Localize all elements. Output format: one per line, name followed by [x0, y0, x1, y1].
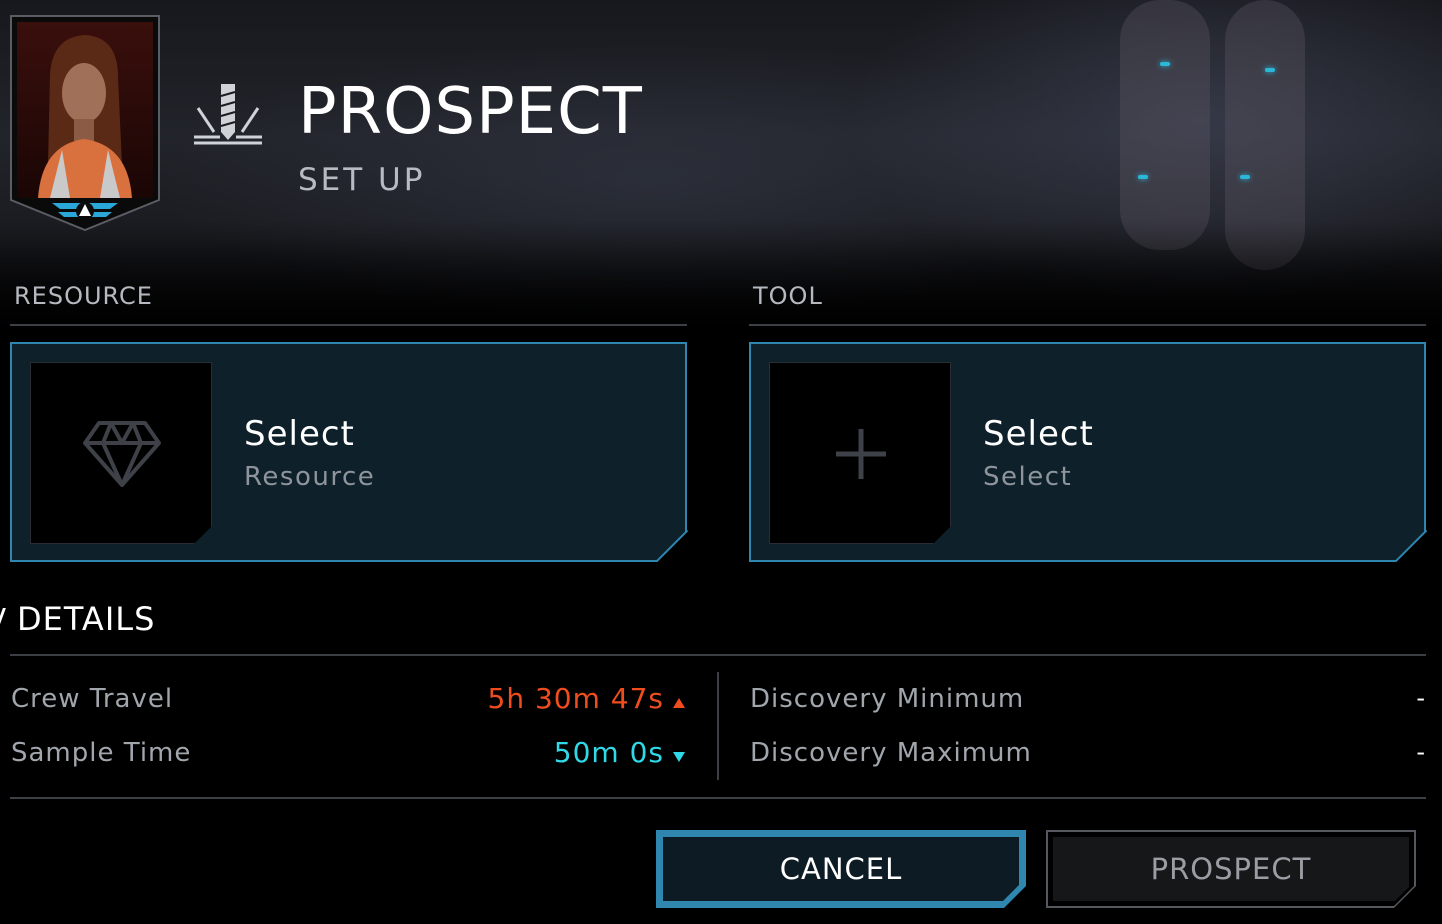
details-title[interactable]: DETAILS: [17, 600, 155, 638]
page-subtitle: SET UP: [298, 162, 426, 198]
discovery-minimum-label: Discovery Minimum: [750, 684, 1025, 714]
tool-card-subtitle: Select: [983, 462, 1073, 492]
discovery-maximum-label: Discovery Maximum: [750, 738, 1032, 768]
tool-select-card[interactable]: Select Select: [749, 342, 1426, 562]
sample-time-label: Sample Time: [11, 738, 192, 768]
details-bottom-divider: [10, 797, 1426, 799]
discovery-minimum-value: -: [1416, 684, 1426, 712]
tool-slot: [769, 362, 951, 544]
crew-travel-label: Crew Travel: [11, 684, 174, 714]
prospect-button[interactable]: PROSPECT: [1046, 830, 1416, 908]
sample-time-value: 50m 0s: [553, 736, 664, 769]
details-top-divider: [10, 654, 1426, 656]
prospect-button-label: PROSPECT: [1150, 852, 1312, 886]
crew-portrait[interactable]: [10, 15, 160, 231]
tool-card-title: Select: [983, 414, 1094, 454]
plus-icon: [770, 363, 952, 545]
cancel-button-label: CANCEL: [779, 852, 903, 886]
discovery-maximum-value: -: [1416, 738, 1426, 766]
diamond-icon: [31, 363, 213, 545]
tool-section-label: TOOL: [753, 282, 823, 310]
trend-up-icon: [672, 694, 686, 713]
background-scene: [0, 0, 1442, 340]
resource-select-card[interactable]: Select Resource: [10, 342, 687, 562]
trend-down-icon: [672, 748, 686, 767]
resource-slot: [30, 362, 212, 544]
details-column-divider: [717, 672, 719, 780]
resource-section-label: RESOURCE: [14, 282, 153, 310]
tool-divider: [749, 324, 1426, 326]
crew-travel-value: 5h 30m 47s: [487, 682, 664, 715]
page-title: PROSPECT: [298, 75, 643, 149]
resource-card-subtitle: Resource: [244, 462, 376, 492]
cancel-button[interactable]: CANCEL: [656, 830, 1026, 908]
resource-card-title: Select: [244, 414, 355, 454]
resource-divider: [10, 324, 687, 326]
details-collapse-icon[interactable]: [0, 608, 12, 624]
drill-icon: [190, 80, 266, 146]
